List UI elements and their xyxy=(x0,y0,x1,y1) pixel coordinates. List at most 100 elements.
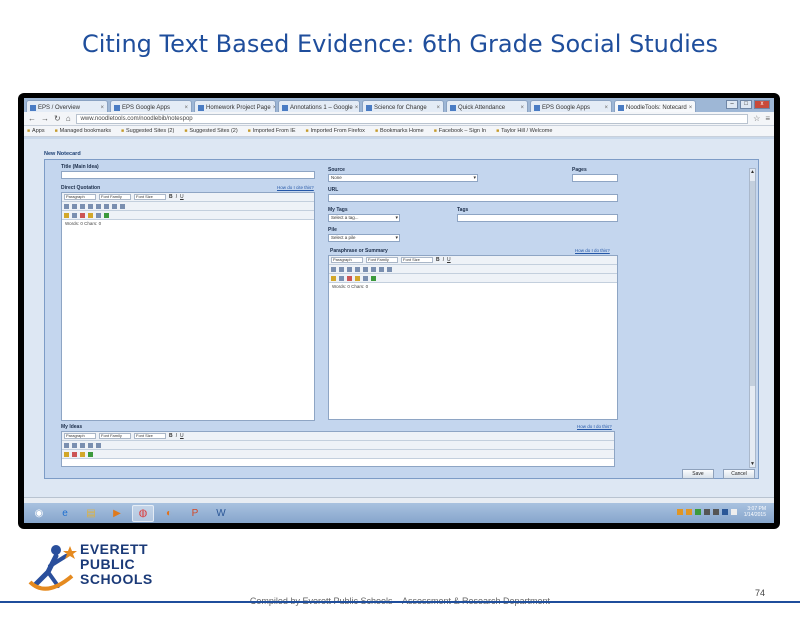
tab-close-icon[interactable]: × xyxy=(100,105,104,111)
format-dropdown[interactable]: Paragraph xyxy=(64,433,96,439)
italic-button[interactable]: I xyxy=(176,433,177,439)
align-center-icon[interactable] xyxy=(387,266,392,272)
font-family-dropdown[interactable]: Font Family xyxy=(99,433,131,439)
font-size-dropdown[interactable]: Font Size xyxy=(401,257,433,263)
paraphrase-editor[interactable]: Paragraph Font Family Font Size B I U Wo… xyxy=(328,255,618,420)
text-color-icon[interactable] xyxy=(347,275,352,281)
close-window-button[interactable]: x xyxy=(754,100,770,109)
file-explorer-icon[interactable]: ▤ xyxy=(80,505,102,522)
tab-annotations[interactable]: Annotations 1 – Google × xyxy=(278,100,360,112)
align-left-icon[interactable] xyxy=(112,203,117,209)
italic-button[interactable]: I xyxy=(443,257,444,263)
text-color-icon[interactable] xyxy=(80,212,85,218)
numbered-list-icon[interactable] xyxy=(104,203,109,209)
redo-icon[interactable] xyxy=(355,266,360,272)
bookmark-item[interactable]: Imported From Firefox xyxy=(306,128,365,134)
font-family-dropdown[interactable]: Font Family xyxy=(366,257,398,263)
tab-close-icon[interactable]: × xyxy=(689,105,693,111)
tray-icon[interactable] xyxy=(676,509,683,515)
how-do-i-cite-link[interactable]: How do I cite this? xyxy=(277,185,314,190)
bullet-list-icon[interactable] xyxy=(96,203,101,209)
bookmark-item[interactable]: Managed bookmarks xyxy=(55,128,111,134)
pile-select[interactable]: Select a pile xyxy=(328,234,400,242)
cut-icon[interactable] xyxy=(331,266,336,272)
format-dropdown[interactable]: Paragraph xyxy=(64,194,96,200)
cancel-button[interactable]: Cancel xyxy=(723,469,755,479)
pages-input[interactable] xyxy=(572,174,618,182)
tab-close-icon[interactable]: × xyxy=(520,105,524,111)
tab-close-icon[interactable]: × xyxy=(355,105,359,111)
undo-icon[interactable] xyxy=(347,266,352,272)
source-select[interactable]: None xyxy=(328,174,478,182)
windows-start-icon[interactable]: ◉ xyxy=(28,505,50,522)
bullet-list-icon[interactable] xyxy=(88,442,93,448)
highlight-icon[interactable] xyxy=(88,212,93,218)
bold-button[interactable]: B xyxy=(436,257,440,263)
address-bar[interactable]: www.noodletools.com/noodlebib/notespop xyxy=(75,113,749,124)
forward-icon[interactable]: → xyxy=(41,114,49,123)
network-icon[interactable] xyxy=(721,509,728,515)
table-icon[interactable] xyxy=(339,275,344,281)
redo-icon[interactable] xyxy=(88,203,93,209)
scrollbar-thumb[interactable] xyxy=(750,181,755,386)
align-left-icon[interactable] xyxy=(96,442,101,448)
tab-eps-google-apps-2[interactable]: EPS Google Apps × xyxy=(530,100,612,112)
tab-science-for-change[interactable]: Science for Change × xyxy=(362,100,444,112)
cut-icon[interactable] xyxy=(64,203,69,209)
tab-close-icon[interactable]: × xyxy=(604,105,608,111)
spellcheck-icon[interactable] xyxy=(371,275,376,281)
bullet-list-icon[interactable] xyxy=(363,266,368,272)
chrome-icon[interactable]: ◍ xyxy=(132,504,154,522)
italic-button[interactable]: I xyxy=(176,194,177,200)
tray-icon[interactable] xyxy=(694,509,701,515)
direct-quotation-editor[interactable]: Paragraph Font Family Font Size B I U Wo… xyxy=(61,192,315,421)
tab-close-icon[interactable]: × xyxy=(273,105,275,111)
tab-quick-attendance[interactable]: Quick Attendance × xyxy=(446,100,528,112)
bookmark-item[interactable]: Suggested Sites (2) xyxy=(184,128,237,134)
reload-icon[interactable]: ↻ xyxy=(54,114,61,123)
bold-button[interactable]: B xyxy=(169,194,173,200)
how-do-i-do-this-link[interactable]: How do I do this? xyxy=(575,248,610,253)
bookmark-item[interactable]: Bookmarks Home xyxy=(375,128,424,134)
align-left-icon[interactable] xyxy=(379,266,384,272)
cut-icon[interactable] xyxy=(64,442,69,448)
tab-close-icon[interactable]: × xyxy=(436,105,440,111)
how-do-i-do-this-link-2[interactable]: How do I do this? xyxy=(577,424,612,429)
my-ideas-editor[interactable]: Paragraph Font Family Font Size B I U xyxy=(61,431,615,467)
numbered-list-icon[interactable] xyxy=(371,266,376,272)
bookmark-item[interactable]: Suggested Sites (2) xyxy=(121,128,174,134)
format-dropdown[interactable]: Paragraph xyxy=(331,257,363,263)
word-icon[interactable]: W xyxy=(210,505,232,522)
text-color-icon[interactable] xyxy=(72,451,77,457)
underline-button[interactable]: U xyxy=(180,433,184,439)
tray-icon[interactable] xyxy=(703,509,710,515)
spellcheck-icon[interactable] xyxy=(88,451,93,457)
tab-homework-project[interactable]: Homework Project Page × xyxy=(194,100,276,112)
font-family-dropdown[interactable]: Font Family xyxy=(99,194,131,200)
font-size-dropdown[interactable]: Font Size xyxy=(134,194,166,200)
undo-icon[interactable] xyxy=(80,442,85,448)
table-icon[interactable] xyxy=(72,212,77,218)
highlight-icon[interactable] xyxy=(80,451,85,457)
copy-icon[interactable] xyxy=(72,442,77,448)
copy-icon[interactable] xyxy=(72,203,77,209)
bookmark-item[interactable]: Facebook – Sign In xyxy=(434,128,486,134)
bookmark-star-icon[interactable]: ☆ xyxy=(753,114,760,123)
minimize-button[interactable]: – xyxy=(726,100,738,109)
special-char-icon[interactable] xyxy=(96,212,101,218)
tab-eps-google-apps[interactable]: EPS Google Apps × xyxy=(110,100,192,112)
home-icon[interactable]: ⌂ xyxy=(66,114,71,123)
spellcheck-icon[interactable] xyxy=(104,212,109,218)
firefox-icon[interactable]: ◐ xyxy=(158,505,180,522)
maximize-button[interactable]: □ xyxy=(740,100,752,109)
powerpoint-icon[interactable]: P xyxy=(184,505,206,522)
tray-icon[interactable] xyxy=(712,509,719,515)
volume-icon[interactable] xyxy=(730,509,737,515)
menu-icon[interactable]: ≡ xyxy=(765,114,770,123)
tray-icon[interactable] xyxy=(685,509,692,515)
tags-input[interactable] xyxy=(457,214,618,222)
bold-button[interactable]: B xyxy=(169,433,173,439)
title-input[interactable] xyxy=(61,171,315,179)
undo-icon[interactable] xyxy=(80,203,85,209)
save-button[interactable]: Save xyxy=(682,469,714,479)
